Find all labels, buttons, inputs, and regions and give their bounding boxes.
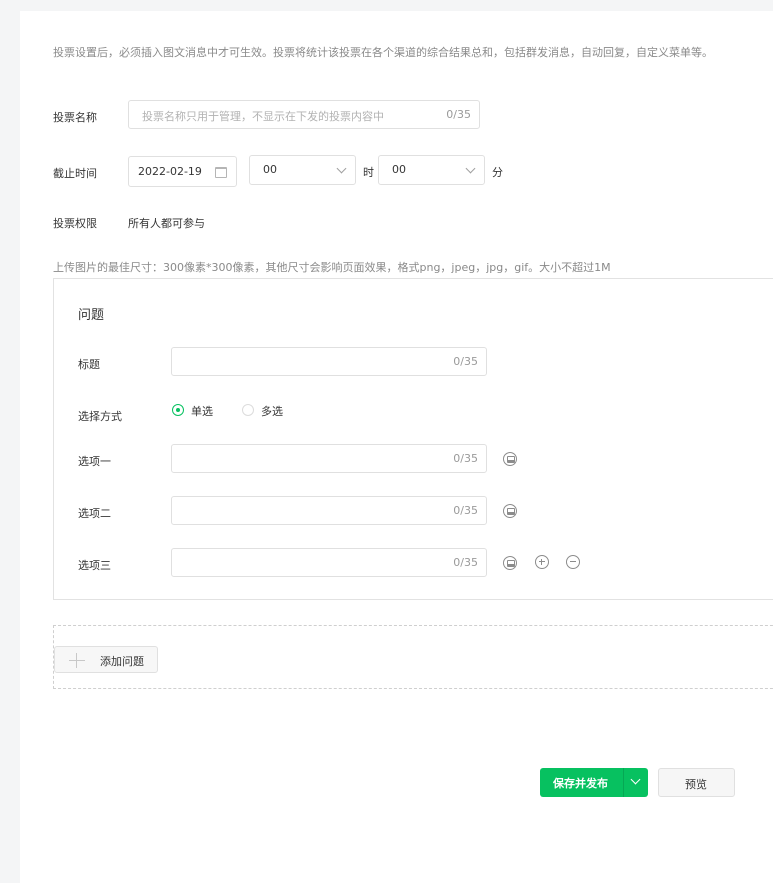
- option-3-label: 选项三: [78, 559, 111, 572]
- question-heading: 问题: [78, 308, 105, 323]
- upload-hint: 上传图片的最佳尺寸：300像素*300像素，其他尺寸会影响页面效果，格式png，…: [53, 261, 611, 274]
- minute-unit-label: 分: [492, 166, 503, 179]
- notice-text: 投票设置后，必须插入图文消息中才可生效。投票将统计该投票在各个渠道的综合结果总和…: [53, 46, 713, 59]
- choice-mode-label: 选择方式: [78, 410, 122, 423]
- option-2-counter: 0/35: [453, 504, 478, 517]
- single-choice-radio[interactable]: 单选: [171, 403, 241, 419]
- vote-settings-panel: 投票设置后，必须插入图文消息中才可生效。投票将统计该投票在各个渠道的综合结果总和…: [20, 11, 773, 883]
- question-title-counter: 0/35: [453, 355, 478, 368]
- option-2-image-icon[interactable]: [503, 504, 517, 518]
- save-publish-label: 保存并发布: [553, 777, 608, 790]
- add-option-plus-icon[interactable]: [535, 555, 549, 569]
- permission-label: 投票权限: [53, 217, 97, 230]
- preview-button[interactable]: 预览: [658, 768, 735, 797]
- calendar-icon: [215, 167, 227, 178]
- add-question-area: 添加问题: [53, 625, 773, 689]
- question-card: 问题 标题 0/35 选择方式 单选 多选 选项一 0/35 选项二 0/35 …: [53, 278, 773, 600]
- plus-icon: [69, 660, 85, 661]
- deadline-date-picker[interactable]: 2022-02-19: [128, 156, 237, 187]
- vote-name-placeholder: 投票名称只用于管理，不显示在下发的投票内容中: [142, 110, 384, 123]
- add-question-label: 添加问题: [100, 655, 144, 668]
- deadline-minute-value: 00: [392, 163, 406, 176]
- vote-name-label: 投票名称: [53, 111, 97, 124]
- deadline-hour-value: 00: [263, 163, 277, 176]
- deadline-hour-select[interactable]: 00: [249, 155, 356, 185]
- vote-name-input[interactable]: 投票名称只用于管理，不显示在下发的投票内容中 0/35: [128, 100, 480, 129]
- option-3-counter: 0/35: [453, 556, 478, 569]
- multi-choice-radio[interactable]: 多选: [241, 403, 311, 419]
- chevron-down-icon: [465, 163, 476, 174]
- question-title-input[interactable]: 0/35: [171, 347, 487, 376]
- question-title-label: 标题: [78, 358, 100, 371]
- button-divider: [623, 768, 624, 797]
- single-choice-label: 单选: [191, 405, 213, 418]
- option-1-image-icon[interactable]: [503, 452, 517, 466]
- chevron-down-icon: [336, 163, 347, 174]
- option-1-counter: 0/35: [453, 452, 478, 465]
- preview-label: 预览: [685, 778, 707, 791]
- option-2-label: 选项二: [78, 507, 111, 520]
- radio-unchecked-icon: [242, 404, 254, 416]
- radio-checked-icon: [172, 404, 184, 416]
- deadline-label: 截止时间: [53, 167, 97, 180]
- save-publish-button[interactable]: 保存并发布: [540, 768, 648, 797]
- multi-choice-label: 多选: [261, 405, 283, 418]
- option-1-input[interactable]: 0/35: [171, 444, 487, 473]
- permission-value: 所有人都可参与: [128, 217, 205, 230]
- option-2-input[interactable]: 0/35: [171, 496, 487, 525]
- deadline-date-value: 2022-02-19: [138, 165, 202, 178]
- hour-unit-label: 时: [363, 166, 374, 179]
- option-3-image-icon[interactable]: [503, 556, 517, 570]
- chevron-down-icon[interactable]: [630, 774, 641, 785]
- vote-name-counter: 0/35: [446, 108, 471, 121]
- option-3-input[interactable]: 0/35: [171, 548, 487, 577]
- deadline-minute-select[interactable]: 00: [378, 155, 485, 185]
- remove-option-minus-icon[interactable]: [566, 555, 580, 569]
- option-1-label: 选项一: [78, 455, 111, 468]
- add-question-button[interactable]: 添加问题: [54, 646, 158, 673]
